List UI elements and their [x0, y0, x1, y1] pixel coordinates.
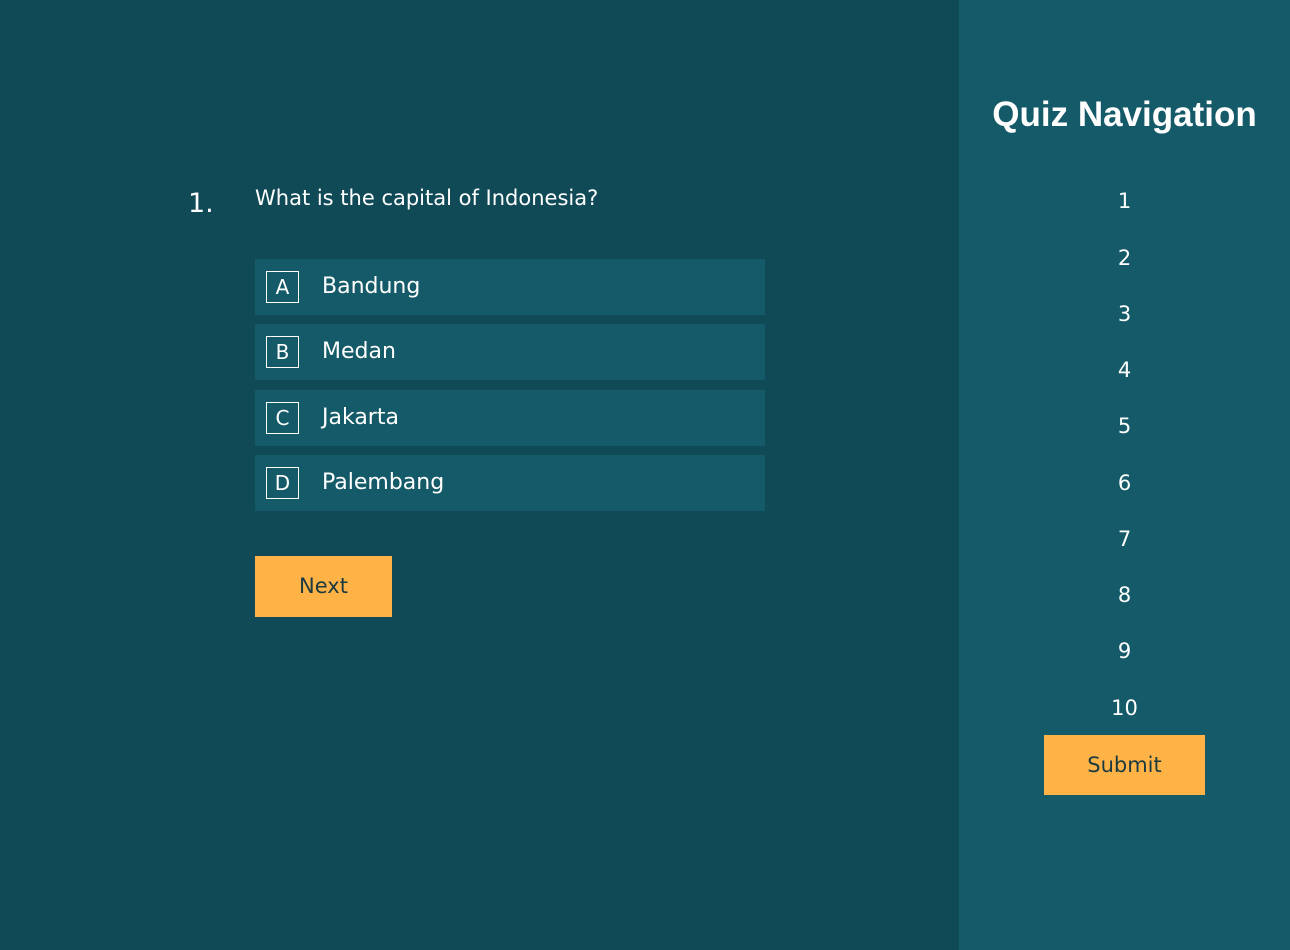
nav-item-5[interactable]: 5	[959, 410, 1290, 442]
quiz-navigation-sidebar: Quiz Navigation 1 2 3 4 5 6 7 8 9 10 Sub…	[959, 0, 1290, 950]
option-letter: B	[266, 336, 299, 368]
option-letter: A	[266, 271, 299, 303]
nav-item-4[interactable]: 4	[959, 354, 1290, 386]
option-c[interactable]: C Jakarta	[255, 390, 765, 446]
nav-item-7[interactable]: 7	[959, 523, 1290, 555]
next-button[interactable]: Next	[255, 556, 392, 617]
nav-item-1[interactable]: 1	[959, 185, 1290, 217]
nav-item-8[interactable]: 8	[959, 579, 1290, 611]
submit-button[interactable]: Submit	[1044, 735, 1205, 795]
question-text: What is the capital of Indonesia?	[255, 186, 599, 210]
quiz-main-panel: 1. What is the capital of Indonesia? A B…	[0, 0, 959, 950]
question-number: 1.	[188, 188, 214, 219]
option-d[interactable]: D Palembang	[255, 455, 765, 511]
option-label: Bandung	[322, 274, 421, 299]
nav-item-2[interactable]: 2	[959, 242, 1290, 274]
option-label: Palembang	[322, 470, 445, 495]
option-b[interactable]: B Medan	[255, 324, 765, 380]
nav-item-6[interactable]: 6	[959, 467, 1290, 499]
option-letter: D	[266, 467, 299, 499]
option-label: Medan	[322, 339, 396, 364]
sidebar-title: Quiz Navigation	[992, 95, 1257, 134]
option-label: Jakarta	[322, 405, 399, 430]
option-a[interactable]: A Bandung	[255, 259, 765, 315]
option-letter: C	[266, 402, 299, 434]
nav-item-10[interactable]: 10	[959, 692, 1290, 724]
nav-item-9[interactable]: 9	[959, 635, 1290, 667]
nav-item-3[interactable]: 3	[959, 298, 1290, 330]
